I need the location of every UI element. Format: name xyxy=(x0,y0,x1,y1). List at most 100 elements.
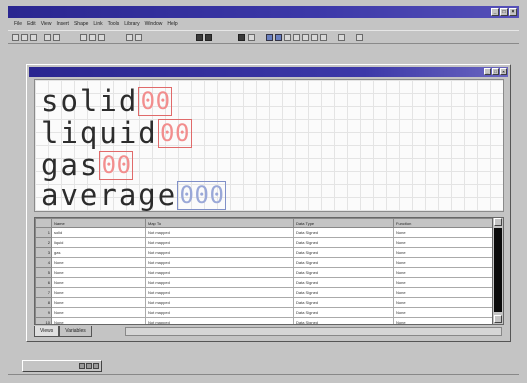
maximize-icon[interactable] xyxy=(86,363,92,369)
column-header-function[interactable]: Function xyxy=(393,218,494,228)
cell-map-to[interactable]: Not mapped xyxy=(145,237,294,248)
cell-name[interactable]: solid xyxy=(51,227,146,238)
menu-edit[interactable]: Edit xyxy=(27,19,36,29)
open-file-icon[interactable] xyxy=(21,34,28,41)
close-icon[interactable]: × xyxy=(509,8,517,16)
table-row[interactable]: 2 liquid Not mapped Data Signed None xyxy=(35,237,494,248)
table-row[interactable]: 8 None Not mapped Data Signed None xyxy=(35,297,494,308)
digit-box-solid[interactable]: 0 0 xyxy=(138,86,173,116)
table-row[interactable]: 1 solid Not mapped Data Signed None xyxy=(35,227,494,238)
cell-map-to[interactable]: Not mapped xyxy=(145,277,294,288)
paste-icon[interactable] xyxy=(98,34,105,41)
cell-map-to[interactable]: Not mapped xyxy=(145,227,294,238)
table-row[interactable]: 7 None Not mapped Data Signed None xyxy=(35,287,494,298)
menu-help[interactable]: Help xyxy=(167,19,177,29)
menu-link[interactable]: Link xyxy=(93,19,102,29)
tab-views[interactable]: Views xyxy=(34,326,60,337)
restore-icon[interactable] xyxy=(79,363,85,369)
cut-icon[interactable] xyxy=(80,34,87,41)
cell-data-type[interactable]: Data Signed xyxy=(293,277,394,288)
child-title-bar[interactable]: _ □ × xyxy=(29,67,508,77)
cell-data-type[interactable]: Data Signed xyxy=(293,237,394,248)
cell-data-type[interactable]: Data Signed xyxy=(293,227,394,238)
minimized-window[interactable] xyxy=(22,360,102,372)
table-row[interactable]: 5 None Not mapped Data Signed None xyxy=(35,267,494,278)
zoom-in-icon[interactable] xyxy=(266,34,273,41)
help-icon[interactable] xyxy=(338,34,345,41)
table-row[interactable]: 3 gas Not mapped Data Signed None xyxy=(35,247,494,258)
cell-name[interactable]: None xyxy=(51,267,146,278)
maximize-icon[interactable]: □ xyxy=(500,8,508,16)
liquid-display[interactable]: liquid 0 0 xyxy=(41,118,192,148)
cell-map-to[interactable]: Not mapped xyxy=(145,317,294,324)
column-header-map-to[interactable]: Map To xyxy=(145,218,294,228)
cell-data-type[interactable]: Data Signed xyxy=(293,267,394,278)
child-minimize-icon[interactable]: _ xyxy=(484,68,491,75)
new-file-icon[interactable] xyxy=(12,34,19,41)
scroll-down-icon[interactable] xyxy=(494,315,502,323)
pointer-icon[interactable] xyxy=(356,34,363,41)
menu-library[interactable]: Library xyxy=(124,19,139,29)
tab-variables[interactable]: Variables xyxy=(59,326,92,337)
cell-function[interactable]: None xyxy=(393,277,494,288)
table-row[interactable]: 9 None Not mapped Data Signed None xyxy=(35,307,494,318)
cell-data-type[interactable]: Data Signed xyxy=(293,287,394,298)
average-display[interactable]: average 0 0 0 xyxy=(41,180,227,210)
design-canvas[interactable]: solid 0 0 liquid 0 0 gas 0 0 average 0 0… xyxy=(34,79,504,212)
child-maximize-icon[interactable]: □ xyxy=(492,68,499,75)
cell-name[interactable]: None xyxy=(51,257,146,268)
digit-box-liquid[interactable]: 0 0 xyxy=(157,118,192,148)
zoom-out-icon[interactable] xyxy=(275,34,282,41)
align-icon[interactable] xyxy=(293,34,300,41)
column-header-name[interactable]: Name xyxy=(51,218,146,228)
cell-function[interactable]: None xyxy=(393,227,494,238)
gas-display[interactable]: gas 0 0 xyxy=(41,150,134,180)
record-icon[interactable] xyxy=(196,34,203,41)
cell-function[interactable]: None xyxy=(393,317,494,324)
cell-function[interactable]: None xyxy=(393,307,494,318)
cell-map-to[interactable]: Not mapped xyxy=(145,307,294,318)
menu-view[interactable]: View xyxy=(41,19,52,29)
print-icon[interactable] xyxy=(44,34,51,41)
scroll-thumb[interactable] xyxy=(494,228,502,312)
menu-window[interactable]: Window xyxy=(145,19,163,29)
column-header-data-type[interactable]: Data Type xyxy=(293,218,394,228)
cell-map-to[interactable]: Not mapped xyxy=(145,287,294,298)
properties-icon[interactable] xyxy=(320,34,327,41)
cell-data-type[interactable]: Data Signed xyxy=(293,317,394,324)
cell-function[interactable]: None xyxy=(393,267,494,278)
cell-function[interactable]: None xyxy=(393,237,494,248)
cell-function[interactable]: None xyxy=(393,257,494,268)
cell-data-type[interactable]: Data Signed xyxy=(293,257,394,268)
cell-name[interactable]: None xyxy=(51,307,146,318)
digit-box-average[interactable]: 0 0 0 xyxy=(177,180,227,210)
cell-name[interactable]: None xyxy=(51,287,146,298)
digit-box-gas[interactable]: 0 0 xyxy=(99,150,134,180)
redo-icon[interactable] xyxy=(135,34,142,41)
vertical-scrollbar[interactable] xyxy=(492,218,503,324)
solid-display[interactable]: solid 0 0 xyxy=(41,86,173,116)
cell-name[interactable]: gas xyxy=(51,247,146,258)
run-icon[interactable] xyxy=(238,34,245,41)
cell-function[interactable]: None xyxy=(393,287,494,298)
cell-map-to[interactable]: Not mapped xyxy=(145,267,294,278)
table-row[interactable]: 6 None Not mapped Data Signed None xyxy=(35,277,494,288)
child-close-icon[interactable]: × xyxy=(500,68,507,75)
minimize-icon[interactable]: _ xyxy=(491,8,499,16)
stop-icon[interactable] xyxy=(205,34,212,41)
layout-icon[interactable] xyxy=(302,34,309,41)
cell-name[interactable]: liquid xyxy=(51,237,146,248)
cell-function[interactable]: None xyxy=(393,247,494,258)
table-row[interactable]: 10 None Not mapped Data Signed None xyxy=(35,317,494,324)
cell-map-to[interactable]: Not mapped xyxy=(145,247,294,258)
cell-function[interactable]: None xyxy=(393,297,494,308)
cell-name[interactable]: None xyxy=(51,297,146,308)
menu-insert[interactable]: Insert xyxy=(56,19,69,29)
arrow-icon[interactable] xyxy=(248,34,255,41)
cell-name[interactable]: None xyxy=(51,317,146,324)
scroll-up-icon[interactable] xyxy=(494,218,502,226)
snap-icon[interactable] xyxy=(311,34,318,41)
horizontal-scrollbar[interactable] xyxy=(125,327,502,336)
menu-file[interactable]: File xyxy=(14,19,22,29)
save-icon[interactable] xyxy=(30,34,37,41)
